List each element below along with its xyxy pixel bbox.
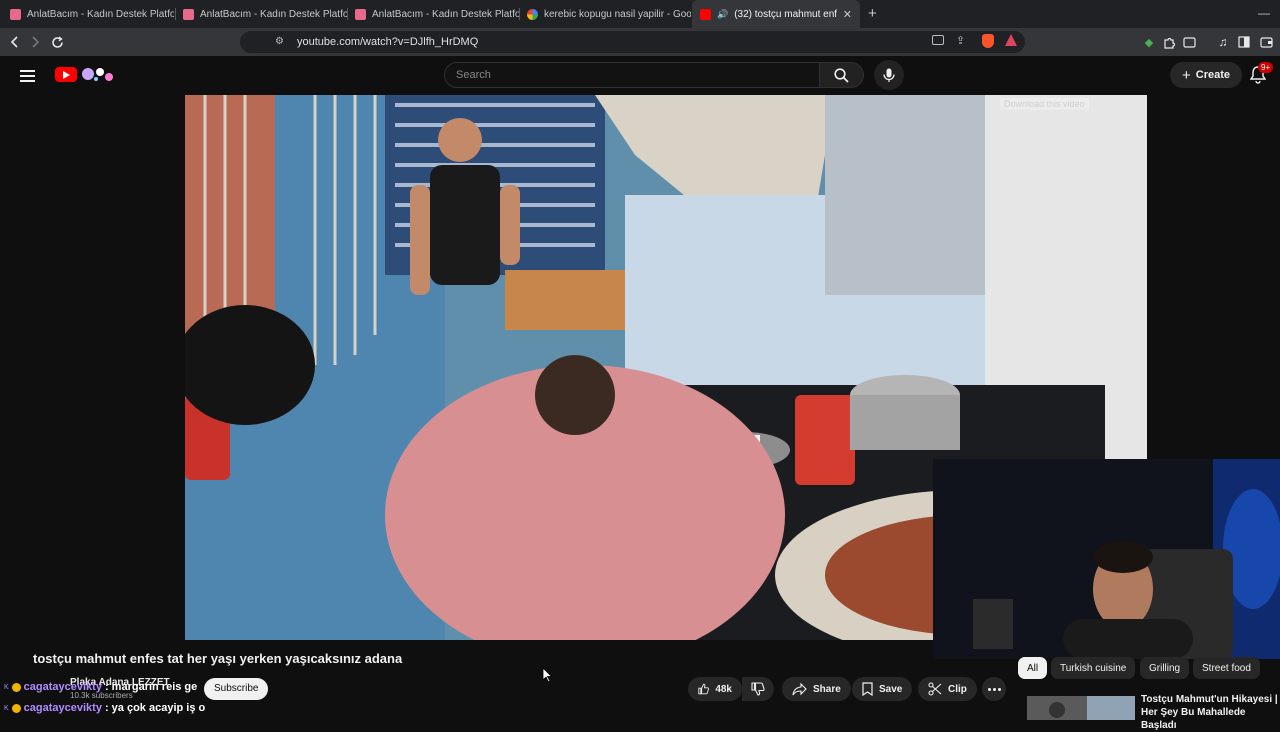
tab-title: AnlatBacım - Kadın Destek Platformu (200, 8, 347, 20)
create-button[interactable]: + Create (1170, 62, 1242, 88)
chat-username: cagataycevikty (23, 702, 102, 714)
google-favicon-icon (527, 8, 538, 20)
chip-turkish-cuisine[interactable]: Turkish cuisine (1051, 657, 1136, 679)
chat-badge-icon (11, 703, 21, 713)
install-app-icon[interactable] (932, 35, 944, 45)
address-bar[interactable]: ⚙ youtube.com/watch?v=DJlfh_HrDMQ ⇪ (240, 31, 1025, 53)
search-button[interactable] (820, 62, 864, 88)
wallet-icon[interactable] (1180, 33, 1198, 51)
like-count: 48k (715, 683, 732, 695)
site-favicon-icon (183, 8, 194, 20)
webcam-image (933, 459, 1280, 659)
extensions-puzzle-icon[interactable] (1160, 33, 1178, 51)
forward-button[interactable] (26, 33, 44, 51)
chat-platform-icon: K (4, 704, 9, 712)
save-bookmark-icon (862, 682, 873, 696)
save-label: Save (879, 683, 903, 695)
extension-icon[interactable]: ◆ (1140, 33, 1158, 51)
tab-title: AnlatBacım - Kadın Destek Platformu (372, 8, 519, 20)
youtube-masthead: Search + Create 9+ (0, 56, 1280, 94)
share-button[interactable]: Share (782, 677, 851, 701)
chat-username: cagataycevikty (23, 681, 102, 693)
streamer-webcam (933, 459, 1280, 659)
site-favicon-icon (355, 8, 366, 20)
chip-street-food[interactable]: Street food (1193, 657, 1260, 679)
recommendation-title[interactable]: Tostçu Mahmut'un Hikayesi | Her Şey Bu M… (1141, 693, 1280, 732)
recommendation-thumbnail[interactable] (1027, 696, 1135, 720)
dislike-button[interactable] (742, 677, 774, 701)
video-title: tostçu mahmut enfes tat her yaşı yerken … (33, 651, 403, 666)
browser-tab-active[interactable]: 🔊 (32) tostçu mahmut enfes tat ✕ (692, 0, 860, 28)
browser-tab-strip: AnlatBacım - Kadın Destek Platformu Anla… (0, 0, 1280, 28)
save-button[interactable]: Save (852, 677, 913, 701)
mouse-cursor-icon (542, 667, 553, 683)
chat-text: : margarin reis ge (104, 681, 198, 693)
site-info-icon[interactable]: ⚙ (275, 36, 284, 47)
chat-platform-icon: K (4, 683, 9, 691)
notifications-button[interactable]: 9+ (1249, 62, 1274, 89)
tab-title: (32) tostçu mahmut enfes tat (734, 8, 837, 20)
tab-title: AnlatBacım - Kadın Destek Platformu (27, 8, 174, 20)
thumbs-down-icon (751, 682, 765, 696)
browser-tab[interactable]: AnlatBacım - Kadın Destek Platformu (347, 0, 519, 28)
browser-tab[interactable]: AnlatBacım - Kadın Destek Platformu (175, 0, 347, 28)
minimize-window-icon[interactable]: — (1258, 6, 1270, 20)
chat-message: K cagataycevikty : margarin reis ge (4, 681, 197, 693)
youtube-favicon-icon (700, 8, 711, 20)
search-icon (834, 67, 849, 83)
voice-search-button[interactable] (874, 60, 904, 90)
search-input[interactable]: Search (444, 62, 820, 88)
like-button[interactable]: 48k (688, 677, 742, 701)
search-placeholder: Search (456, 69, 491, 81)
notification-count-badge: 9+ (1258, 62, 1274, 73)
share-page-icon[interactable]: ⇪ (956, 34, 965, 47)
create-label: Create (1195, 69, 1230, 81)
brave-rewards-icon[interactable] (1005, 34, 1017, 46)
scissors-icon (928, 682, 942, 696)
more-actions-button[interactable] (982, 677, 1006, 701)
brave-shield-icon[interactable] (982, 34, 994, 48)
wallet-icon-2[interactable] (1257, 33, 1275, 51)
browser-toolbar: ⚙ youtube.com/watch?v=DJlfh_HrDMQ ⇪ ◆ ♫ (0, 28, 1280, 56)
sidebar-icon[interactable] (1235, 33, 1253, 51)
thumbs-up-icon (698, 683, 709, 695)
hamburger-menu-icon[interactable] (20, 69, 35, 87)
plus-icon: + (1181, 66, 1191, 84)
more-dots-icon (987, 687, 991, 691)
new-tab-button[interactable]: + (868, 5, 877, 22)
thumbnail-image (1027, 696, 1135, 720)
download-label: Download this video (1004, 99, 1085, 109)
youtube-logo-icon[interactable] (55, 67, 77, 82)
subscribe-label: Subscribe (214, 683, 259, 694)
url-text: youtube.com/watch?v=DJlfh_HrDMQ (297, 36, 479, 48)
close-tab-icon[interactable]: ✕ (843, 8, 852, 21)
chat-badge-icon (11, 682, 21, 692)
clip-label: Clip (948, 683, 967, 695)
youtube-doodle-icon[interactable] (80, 64, 116, 84)
browser-tab[interactable]: kerebic kopugu nasil yapilir - Google (519, 0, 691, 28)
clip-button[interactable]: Clip (918, 677, 977, 701)
site-favicon-icon (10, 8, 21, 20)
chip-all[interactable]: All (1018, 657, 1048, 679)
media-controls-icon[interactable]: ♫ (1214, 33, 1232, 51)
reload-button[interactable] (48, 33, 66, 51)
chat-text: : ya çok acayip iş o (104, 702, 206, 714)
chat-message: K cagataycevikty : ya çok acayip iş o (4, 702, 205, 714)
share-icon (792, 682, 807, 695)
subscribe-button[interactable]: Subscribe (204, 678, 269, 700)
browser-tab[interactable]: AnlatBacım - Kadın Destek Platformu (2, 0, 174, 28)
share-label: Share (813, 683, 841, 695)
download-video-overlay[interactable]: Download this video (1000, 98, 1089, 110)
speaker-icon: 🔊 (717, 8, 729, 19)
tab-title: kerebic kopugu nasil yapilir - Google (544, 8, 691, 20)
microphone-icon (883, 68, 895, 82)
chip-grilling[interactable]: Grilling (1140, 657, 1190, 679)
back-button[interactable] (6, 33, 24, 51)
